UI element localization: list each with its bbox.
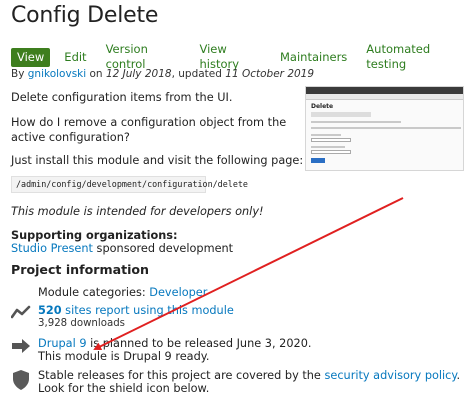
thumb-help-text xyxy=(311,127,461,129)
faq-question: How do I remove a configuration object f… xyxy=(11,116,287,144)
tab-view[interactable]: View xyxy=(11,47,51,67)
thumb-label-1 xyxy=(311,134,341,136)
thumb-breadcrumb xyxy=(311,121,401,123)
download-count: 3,928 downloads xyxy=(38,318,125,329)
thumb-toolbar xyxy=(306,87,463,94)
usage-count-link[interactable]: 520 xyxy=(38,304,62,317)
thumb-label-2 xyxy=(311,146,345,148)
description-text: Delete configuration items from the UI. xyxy=(11,91,233,104)
shield-icon xyxy=(13,370,29,390)
thumb-select-2 xyxy=(311,150,351,154)
security-end: . xyxy=(456,369,461,382)
usage-text-link[interactable]: sites report using this module xyxy=(62,304,234,317)
byline: By gnikolovski on 12 July 2018, updated … xyxy=(11,68,314,80)
categories-label: Module categories: xyxy=(38,286,150,299)
created-date: 12 July 2018 xyxy=(105,68,172,80)
drupal9-ready: This module is Drupal 9 ready. xyxy=(38,350,210,363)
drupal9-text: is planned to be released June 3, 2020. xyxy=(86,337,312,350)
chart-icon xyxy=(11,305,31,319)
security-policy-link[interactable]: security advisory policy xyxy=(324,369,456,382)
arrow-right-icon xyxy=(12,339,30,353)
updated-date: 11 October 2019 xyxy=(225,68,315,80)
shield-hint: Look for the shield icon below. xyxy=(38,382,210,395)
security-text: Stable releases for this project are cov… xyxy=(38,369,325,382)
byline-updated-prefix: , updated xyxy=(171,68,226,80)
thumb-title: Delete xyxy=(311,103,334,110)
install-instructions: Just install this module and visit the f… xyxy=(11,154,304,167)
project-info-heading: Project information xyxy=(11,262,150,277)
category-link[interactable]: Developer xyxy=(149,286,207,299)
supporting-org-line: Studio Present sponsored development xyxy=(11,242,233,255)
page-title: Config Delete xyxy=(11,3,159,28)
usage-stats: 520 sites report using this module xyxy=(38,304,234,317)
org-link[interactable]: Studio Present xyxy=(11,242,93,255)
drupal9-link[interactable]: Drupal 9 xyxy=(38,337,87,350)
tab-maintainers[interactable]: Maintainers xyxy=(275,48,352,67)
tab-edit[interactable]: Edit xyxy=(59,48,91,67)
byline-on: on xyxy=(86,68,106,80)
module-screenshot[interactable]: Delete xyxy=(305,86,464,171)
config-path-code: /admin/config/development/configuration/… xyxy=(11,176,248,193)
security-coverage: Stable releases for this project are cov… xyxy=(38,369,460,382)
author-link[interactable]: gnikolovski xyxy=(28,68,86,80)
thumb-select-1 xyxy=(311,138,351,142)
org-suffix: sponsored development xyxy=(92,242,234,255)
drupal9-status: Drupal 9 is planned to be released June … xyxy=(38,337,312,350)
tab-automated-testing[interactable]: Automated testing xyxy=(361,40,465,74)
module-categories: Module categories: Developer xyxy=(38,286,207,299)
developer-warning: This module is intended for developers o… xyxy=(11,205,264,218)
thumb-tabs xyxy=(311,112,371,117)
byline-prefix: By xyxy=(11,68,28,80)
thumb-delete-button xyxy=(311,158,325,163)
supporting-orgs-label: Supporting organizations: xyxy=(11,229,178,242)
thumb-subtoolbar xyxy=(306,94,463,100)
